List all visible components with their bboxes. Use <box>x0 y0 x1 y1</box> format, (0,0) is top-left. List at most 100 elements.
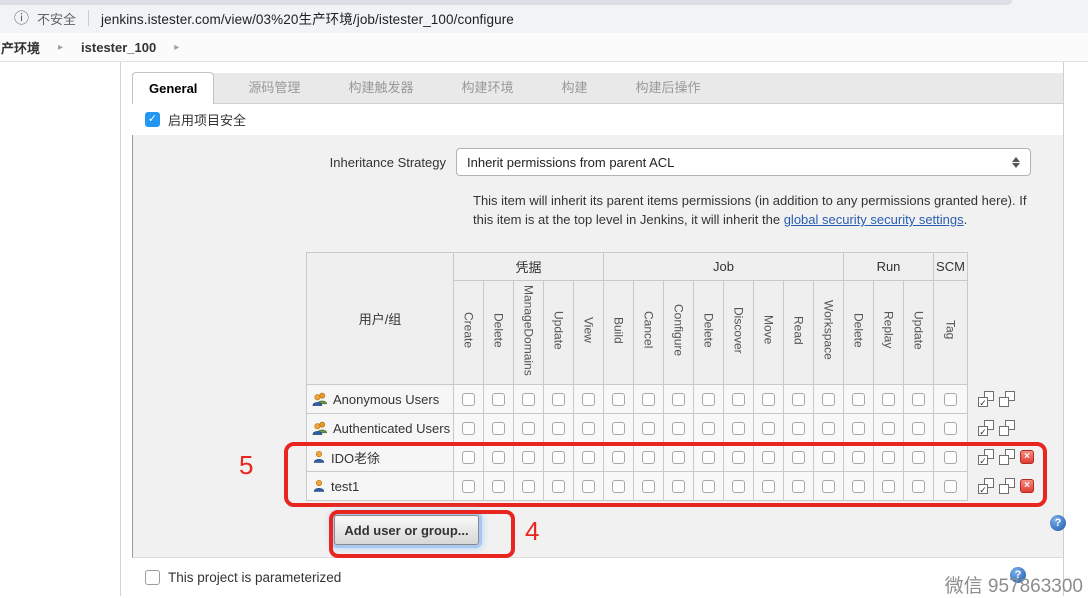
group-icon <box>312 392 328 406</box>
matrix-group-row: 用户/组凭据JobRunSCM <box>307 253 968 281</box>
group-icon <box>312 421 328 435</box>
perm-checkbox[interactable] <box>732 393 745 406</box>
perm-checkbox[interactable] <box>732 422 745 435</box>
tab-构建[interactable]: 构建 <box>547 73 601 103</box>
browser-tab-strip <box>0 0 1012 5</box>
select-all-icon[interactable]: ✓ <box>978 391 994 407</box>
browser-address-bar[interactable]: ⓘ 不安全 jenkins.istester.com/view/03%20生产环… <box>0 0 1088 33</box>
inheritance-strategy-select[interactable]: Inherit permissions from parent ACL <box>456 148 1031 176</box>
perm-checkbox[interactable] <box>702 393 715 406</box>
global-security-settings-link[interactable]: global security security settings <box>784 212 964 227</box>
perm-col-header: Update <box>544 281 574 385</box>
info-icon[interactable]: ⓘ <box>14 11 29 26</box>
perm-checkbox[interactable] <box>462 393 475 406</box>
perm-checkbox[interactable] <box>944 393 957 406</box>
address-separator <box>88 10 89 26</box>
inheritance-strategy-label: Inheritance Strategy <box>293 155 446 170</box>
row-name: Anonymous Users <box>333 392 439 407</box>
perm-col-header: Create <box>454 281 484 385</box>
perm-col-header: Build <box>604 281 634 385</box>
annotation-number-4: 4 <box>525 516 539 547</box>
tab-spacer <box>132 62 1063 73</box>
left-sidebar <box>0 62 121 596</box>
help-line2-suffix: . <box>964 212 968 227</box>
tab-构建环境[interactable]: 构建环境 <box>447 73 527 103</box>
perm-checkbox[interactable] <box>672 393 685 406</box>
clear-all-icon[interactable] <box>999 420 1015 436</box>
breadcrumb-job[interactable]: istester_100 <box>81 40 156 55</box>
project-security-panel: Inheritance Strategy Inherit permissions… <box>132 135 1063 558</box>
perm-col-header: Replay <box>874 281 904 385</box>
perm-checkbox[interactable] <box>944 422 957 435</box>
enable-security-row: ✓ 启用项目安全 <box>132 104 1063 135</box>
perm-checkbox[interactable] <box>522 393 535 406</box>
perm-col-header: View <box>574 281 604 385</box>
perm-checkbox[interactable] <box>582 422 595 435</box>
perm-checkbox[interactable] <box>462 422 475 435</box>
configure-page: General 源码管理构建触发器构建环境构建构建后操作 ✓ 启用项目安全 Inh… <box>132 62 1064 596</box>
tab-源码管理[interactable]: 源码管理 <box>234 73 314 103</box>
perm-checkbox[interactable] <box>612 393 625 406</box>
parameterized-label: This project is parameterized <box>168 570 341 585</box>
page-url[interactable]: jenkins.istester.com/view/03%20生产环境/job/… <box>101 8 514 28</box>
perm-checkbox[interactable] <box>522 422 535 435</box>
perm-checkbox[interactable] <box>492 422 505 435</box>
perm-checkbox[interactable] <box>822 393 835 406</box>
tab-General[interactable]: General <box>132 72 214 104</box>
perm-col-header: Delete <box>484 281 514 385</box>
perm-checkbox[interactable] <box>852 393 865 406</box>
chevron-right-icon: ▸ <box>58 42 63 53</box>
row-name-cell: Authenticated Users <box>307 414 454 443</box>
perm-checkbox[interactable] <box>702 422 715 435</box>
perm-checkbox[interactable] <box>852 422 865 435</box>
perm-checkbox[interactable] <box>792 393 805 406</box>
perm-col-header: Delete <box>694 281 724 385</box>
group-header-Run: Run <box>844 253 934 281</box>
perm-checkbox[interactable] <box>582 393 595 406</box>
group-header-Job: Job <box>604 253 844 281</box>
parameterized-checkbox[interactable] <box>145 570 160 585</box>
perm-col-header: Move <box>754 281 784 385</box>
perm-checkbox[interactable] <box>912 422 925 435</box>
perm-checkbox[interactable] <box>552 393 565 406</box>
matrix-row: Anonymous Users <box>307 385 968 414</box>
select-spinner-icon <box>1012 157 1020 168</box>
perm-checkbox[interactable] <box>612 422 625 435</box>
chevron-right-icon: ▸ <box>174 42 179 53</box>
perm-checkbox[interactable] <box>882 422 895 435</box>
row-name: Authenticated Users <box>333 421 450 436</box>
perm-checkbox[interactable] <box>492 393 505 406</box>
perm-checkbox[interactable] <box>912 393 925 406</box>
help-line1: This item will inherit its parent items … <box>473 193 1026 208</box>
perm-checkbox[interactable] <box>882 393 895 406</box>
annotation-number-5: 5 <box>239 450 253 481</box>
perm-checkbox[interactable] <box>822 422 835 435</box>
help-question-icon[interactable]: ? <box>1050 515 1066 531</box>
perm-checkbox[interactable] <box>672 422 685 435</box>
perm-checkbox[interactable] <box>642 393 655 406</box>
tab-bar: General 源码管理构建触发器构建环境构建构建后操作 <box>132 73 1063 104</box>
breadcrumb-view[interactable]: 产环境 <box>1 38 40 57</box>
perm-checkbox[interactable] <box>762 422 775 435</box>
breadcrumb: 产环境 ▸ istester_100 ▸ <box>0 33 1088 62</box>
enable-security-checkbox[interactable]: ✓ <box>145 112 160 127</box>
inheritance-strategy-value: Inherit permissions from parent ACL <box>467 155 674 170</box>
perm-checkbox[interactable] <box>762 393 775 406</box>
perm-col-header: Tag <box>934 281 968 385</box>
parameterized-row: This project is parameterized <box>132 558 1063 597</box>
matrix-row: Authenticated Users <box>307 414 968 443</box>
perm-checkbox[interactable] <box>552 422 565 435</box>
perm-col-header: Read <box>784 281 814 385</box>
perm-col-header: Cancel <box>634 281 664 385</box>
perm-col-header: Workspace <box>814 281 844 385</box>
perm-checkbox[interactable] <box>792 422 805 435</box>
row-name-cell: Anonymous Users <box>307 385 454 414</box>
clear-all-icon[interactable] <box>999 391 1015 407</box>
perm-col-header: ManageDomains <box>514 281 544 385</box>
tab-构建触发器[interactable]: 构建触发器 <box>334 73 427 103</box>
annotation-box-button <box>329 510 515 558</box>
tab-构建后操作[interactable]: 构建后操作 <box>621 73 714 103</box>
select-all-icon[interactable]: ✓ <box>978 420 994 436</box>
perm-checkbox[interactable] <box>642 422 655 435</box>
help-line2-prefix: this item is at the top level in Jenkins… <box>473 212 784 227</box>
